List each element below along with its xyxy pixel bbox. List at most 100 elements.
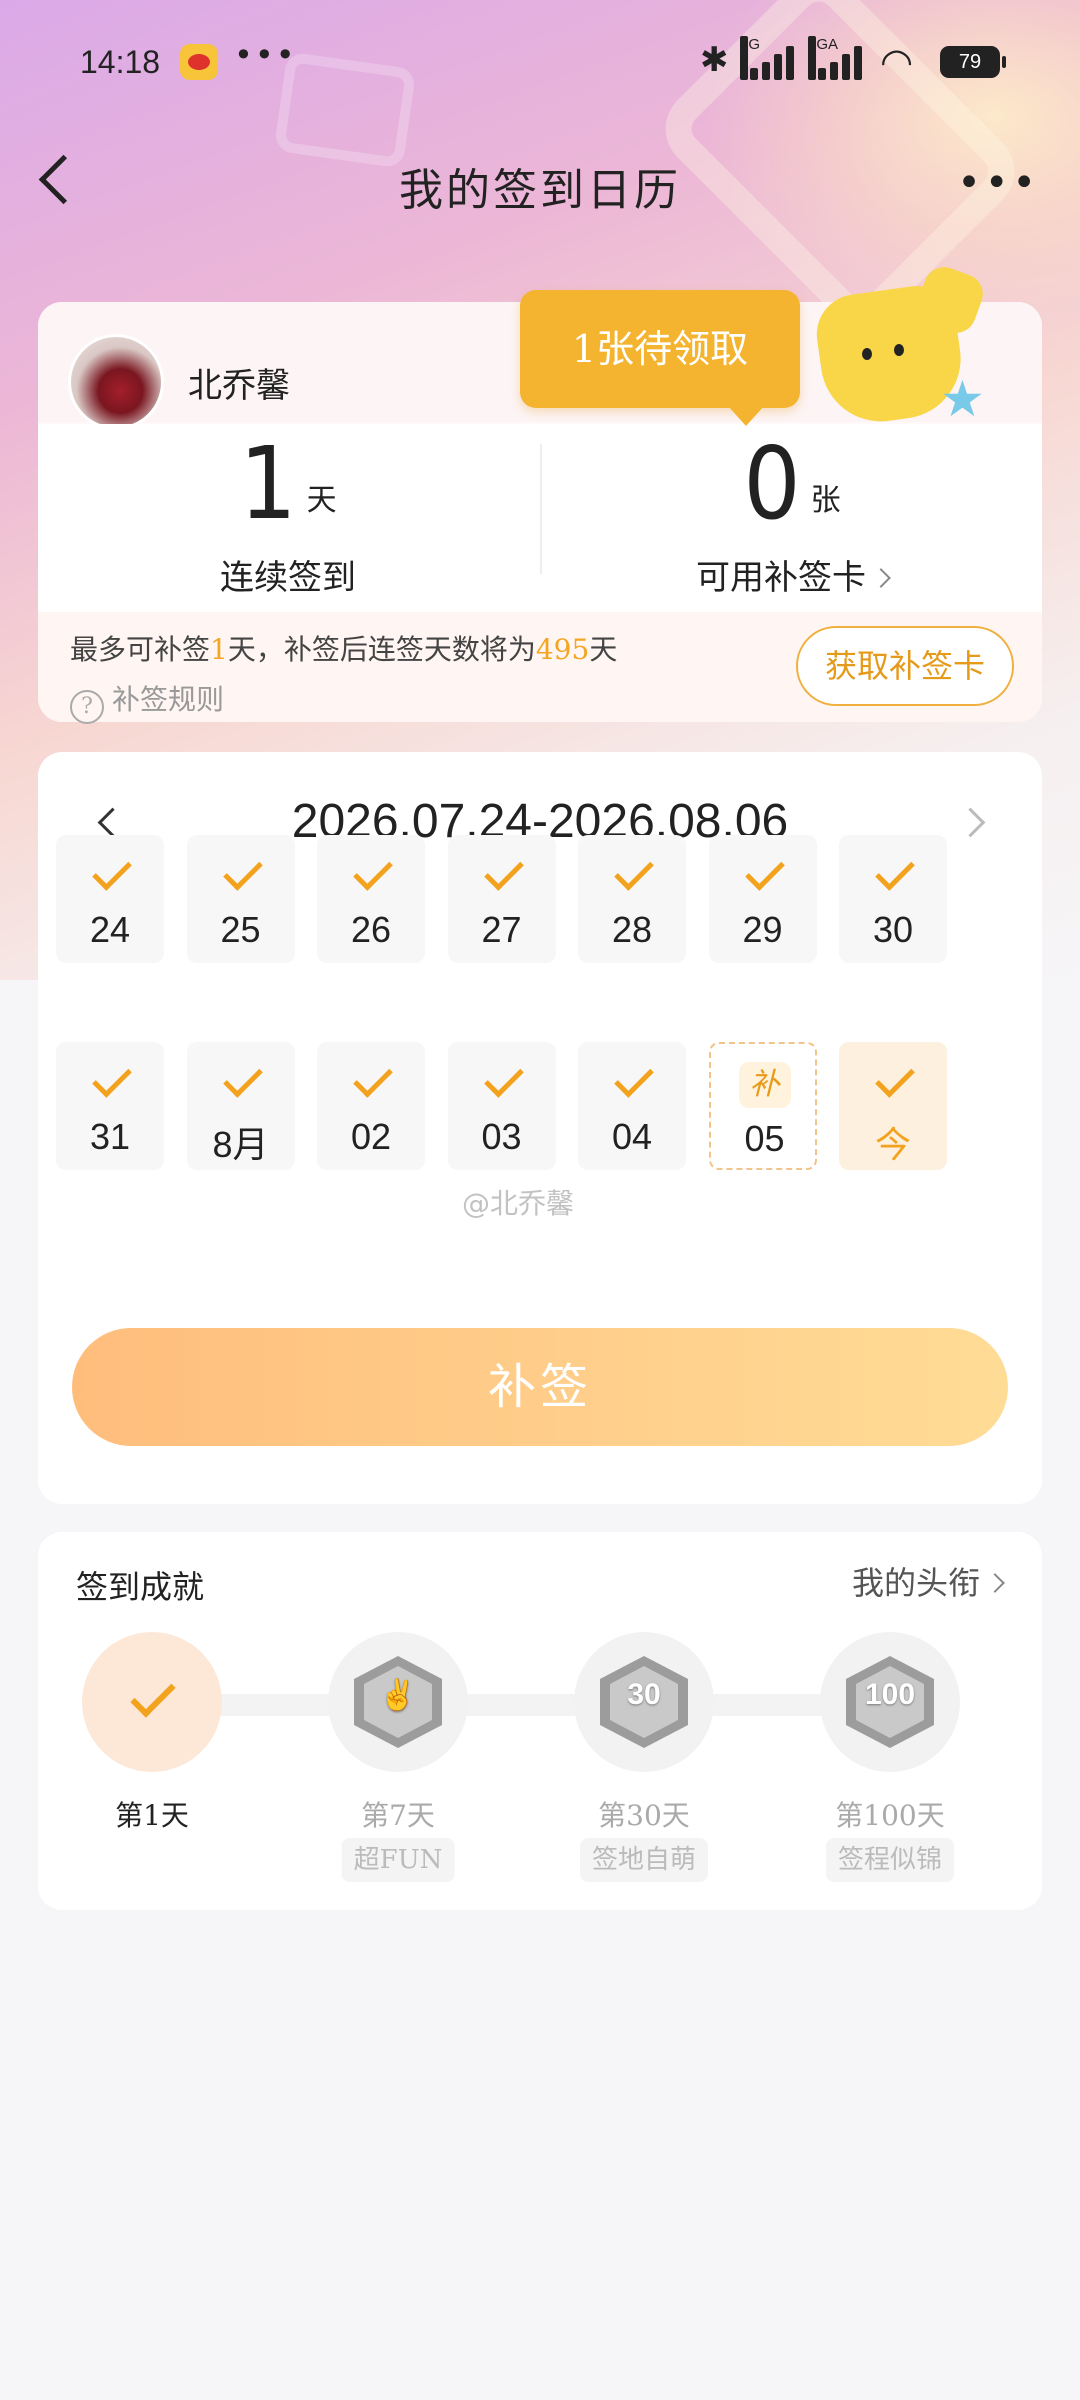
achievement-item[interactable]: 第1天 (52, 1632, 252, 1892)
achievements-title: 签到成就 (76, 1568, 205, 1606)
calendar-day[interactable]: 8月 (186, 1042, 295, 1170)
cards-label: 可用补签卡 (696, 558, 866, 598)
question-icon: ? (70, 690, 104, 724)
calendar-day-label: 8月 (212, 1124, 269, 1165)
medal-label: 100 (864, 1678, 916, 1711)
calendar-day-makeup[interactable]: 补 05 (708, 1042, 817, 1170)
calendar-day-label: 25 (220, 909, 261, 950)
checkmark-icon (222, 1058, 263, 1098)
checkmark-icon (130, 1672, 176, 1718)
achievement-day-label: 第1天 (115, 1799, 189, 1832)
chevron-right-icon (985, 1573, 1005, 1593)
calendar-day-label: 27 (481, 909, 522, 950)
signal-5g-icon: 5G (740, 36, 800, 80)
makeup-card-stat[interactable]: 0张 可用补签卡 (542, 424, 1042, 612)
checkmark-icon (92, 1058, 132, 1098)
makeup-rule-text: 最多可补签1天，补签后连签天数将为495天 (70, 628, 617, 668)
chevron-right-icon (871, 568, 891, 588)
calendar-day[interactable]: 27 (447, 835, 556, 963)
calendar-day-today[interactable]: 今 (839, 1042, 947, 1170)
next-period-button[interactable] (956, 804, 992, 840)
achievement-medal-badge: ✌ (328, 1632, 468, 1772)
achievement-title-tag: 签程似锦 (825, 1838, 955, 1882)
streak-value: 1 (239, 425, 297, 542)
checkmark-icon (875, 851, 915, 891)
calendar-day[interactable]: 29 (708, 835, 817, 963)
checkmark-icon (353, 851, 393, 891)
weibo-app-icon (180, 44, 218, 80)
checkmark-icon (614, 1058, 654, 1098)
calendar-day-label: 03 (481, 1116, 522, 1157)
achievement-medal-badge: 100 (820, 1632, 960, 1772)
calendar-day-label: 29 (742, 909, 783, 950)
wifi-icon: ◠ (880, 40, 914, 84)
checkmark-icon (222, 851, 263, 891)
watermark: @北乔馨 (462, 1187, 575, 1220)
streak-unit: 天 (306, 483, 337, 518)
more-options-button[interactable]: ••• (957, 160, 1040, 206)
calendar-day[interactable]: 30 (839, 835, 947, 963)
checkmark-icon (353, 1058, 393, 1098)
calendar-day[interactable]: 02 (317, 1042, 425, 1170)
makeup-badge: 补 (738, 1062, 791, 1108)
calendar-day-label: 24 (89, 909, 131, 950)
makeup-sign-button[interactable]: 补签 (72, 1328, 1008, 1446)
calendar-day[interactable]: 28 (578, 835, 686, 963)
avatar[interactable] (68, 334, 164, 430)
achievement-title-tag: 签地自萌 (579, 1838, 709, 1882)
cards-unit: 张 (810, 483, 841, 518)
username: 北乔馨 (188, 366, 290, 406)
checkmark-icon (483, 1058, 524, 1098)
navigation-bar: 我的签到日历 ••• (0, 130, 1080, 230)
calendar-day[interactable]: 04 (578, 1042, 686, 1170)
my-titles-link[interactable]: 我的头衔 (851, 1558, 1005, 1604)
pending-card-tooltip[interactable]: 1张待领取 (520, 290, 800, 426)
achievement-item[interactable]: ✌ 第7天超FUN (298, 1632, 498, 1892)
checkmark-icon (483, 851, 524, 891)
makeup-rules-link[interactable]: ? 补签规则 (70, 678, 224, 724)
calendar-day-label: 26 (350, 909, 392, 950)
calendar-day[interactable]: 26 (317, 835, 425, 963)
calendar-day-label: 05 (744, 1118, 785, 1159)
calendar-day[interactable]: 03 (447, 1042, 556, 1170)
signal-5ga-icon: 5GA (808, 36, 868, 80)
calendar-day[interactable]: 24 (56, 835, 164, 963)
medal-label: ✌ (379, 1679, 417, 1712)
calendar-day-label: 28 (611, 909, 653, 950)
streak-stat: 1天 连续签到 (38, 424, 538, 612)
calendar-day[interactable]: 25 (186, 835, 295, 963)
rule-suffix: 天 (589, 633, 618, 666)
calendar-day-label: 31 (89, 1116, 131, 1157)
achievements-card: 签到成就 我的头衔 第1天 ✌ 第7天超FUN 30 第30天签地自萌 100 第100天签… (38, 1532, 1042, 1910)
achievement-medal-badge: 30 (574, 1632, 714, 1772)
achievement-item[interactable]: 30 第30天签地自萌 (544, 1632, 744, 1892)
calendar-day-label: 02 (350, 1116, 392, 1157)
calendar-day-label: 04 (611, 1116, 653, 1157)
achievement-title-tag: 超FUN (341, 1838, 455, 1882)
medal-label: 30 (627, 1678, 661, 1711)
checkmark-icon (744, 851, 785, 891)
checkmark-icon (614, 851, 654, 891)
my-titles-label: 我的头衔 (851, 1564, 980, 1602)
checkmark-icon (875, 1058, 915, 1098)
stats-row: 1天 连续签到 0张 可用补签卡 (38, 424, 1042, 612)
calendar-card: 2026.07.24-2026.08.06 24 25 26 27 28 29 30 31 8月… (38, 752, 1042, 1504)
achievement-day-label: 第100天 (835, 1799, 945, 1832)
cards-value: 0 (743, 425, 801, 542)
battery-indicator: 79 (940, 46, 1006, 78)
get-makeup-card-button[interactable]: 获取补签卡 (796, 626, 1014, 706)
mascot-illustration: ★ (800, 261, 1000, 440)
checkmark-icon (92, 851, 132, 891)
achievement-item[interactable]: 100 第100天签程似锦 (790, 1632, 990, 1892)
achievement-day-label: 第7天 (361, 1799, 435, 1832)
achievement-day-label: 第30天 (598, 1799, 690, 1832)
calendar-day[interactable]: 31 (56, 1042, 164, 1170)
rule-max-days: 1 (210, 633, 228, 666)
makeup-rule-area: 最多可补签1天，补签后连签天数将为495天 ? 补签规则 获取补签卡 (38, 612, 1042, 724)
status-bar: 14:18 ••• ✱ 5G 5GA ◠ 79 (0, 0, 1080, 120)
status-time: 14:18 (80, 44, 161, 80)
page-title: 我的签到日历 (399, 165, 681, 216)
status-more-icon: ••• (234, 36, 297, 74)
rule-mid: 天，补签后连签天数将为 (227, 633, 536, 666)
calendar-day-label: 30 (872, 909, 914, 950)
